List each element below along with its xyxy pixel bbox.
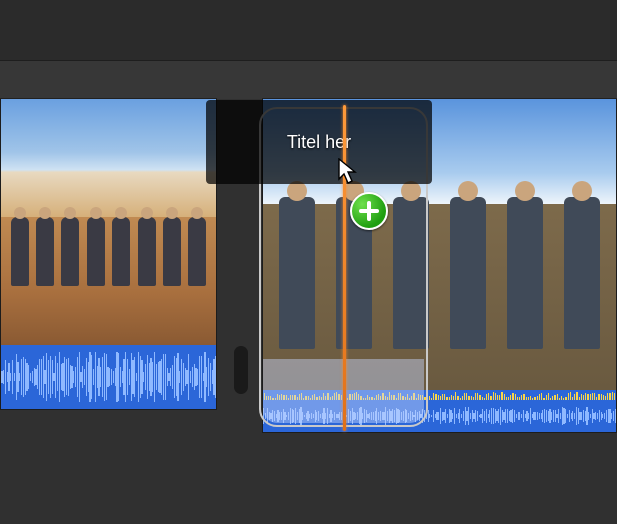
toolbar-area bbox=[0, 0, 617, 61]
clip-audio-waveform bbox=[1, 345, 216, 409]
add-icon bbox=[350, 192, 388, 230]
playhead[interactable] bbox=[343, 105, 346, 431]
timeline-ruler bbox=[0, 61, 617, 99]
title-overlay-chip[interactable]: Titel her bbox=[206, 100, 432, 184]
clip-audio-waveform bbox=[263, 390, 616, 432]
transition-handle[interactable] bbox=[234, 346, 248, 394]
video-clip[interactable] bbox=[0, 98, 217, 410]
title-placeholder-text: Titel her bbox=[287, 132, 351, 153]
clip-thumbnail bbox=[1, 99, 216, 345]
